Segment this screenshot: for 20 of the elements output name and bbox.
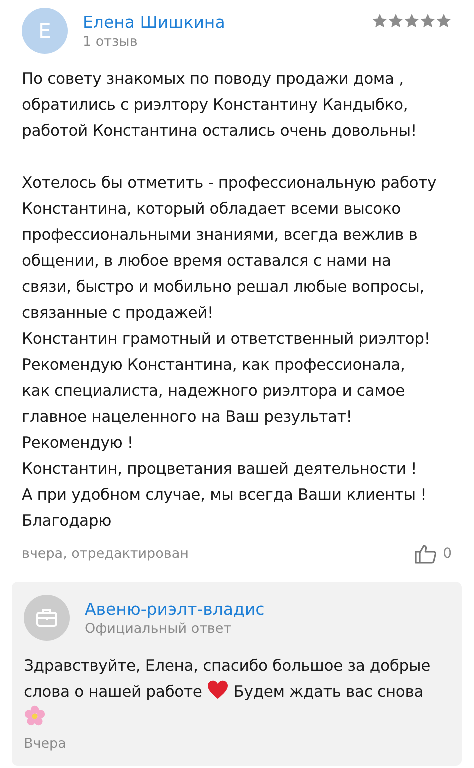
star-icon [388,13,404,29]
author-name[interactable]: Елена Шишкина [83,12,226,32]
review-paragraph: По совету знакомых по поводу продажи дома , обратились с риэлтору Константину Кандыбко, работой Константина остались очень довольны! [22,69,418,142]
star-icon [404,13,420,29]
briefcase-icon [36,608,58,628]
review-count: 1 отзыв [83,34,138,50]
heart-icon [207,680,230,700]
avatar: Е [22,8,68,54]
flower-icon [24,705,46,727]
company-name[interactable]: Авеню-риэлт-владис [85,600,265,618]
reply-date: Вчера [24,736,66,752]
star-icon [436,13,452,29]
reply-text: Здравствуйте, Елена, спасибо большое за добрые слова о нашей работе Будем ждать вас снова [24,653,450,732]
review-date: вчера, отредактирован [22,546,189,562]
thumbs-up-icon[interactable] [415,544,438,564]
official-reply-label: Официальный ответ [85,620,232,636]
review-paragraph: Хотелось бы отметить - профессиональную работу Константина, который обладает всеми высоко профессиональными знаниями, всегда вежлив в общении, в любое время оставался с нами на связи, быстро и мобильно решал любые вопросы, связанные с продажей! Константин грамотный и ответственный риэлтор! Рекомендую Константина, как профессионала, как специалиста, надежного риэлтора и самое главное нацеленного на Ваш результат! Рекомендую ! Константин, процветания вашей деятельности ! А при удобном случае, мы всегда Ваши клиенты ! Благодарю [22,173,438,532]
star-icon [420,13,436,29]
like-count: 0 [443,546,452,562]
star-icon [372,13,388,29]
